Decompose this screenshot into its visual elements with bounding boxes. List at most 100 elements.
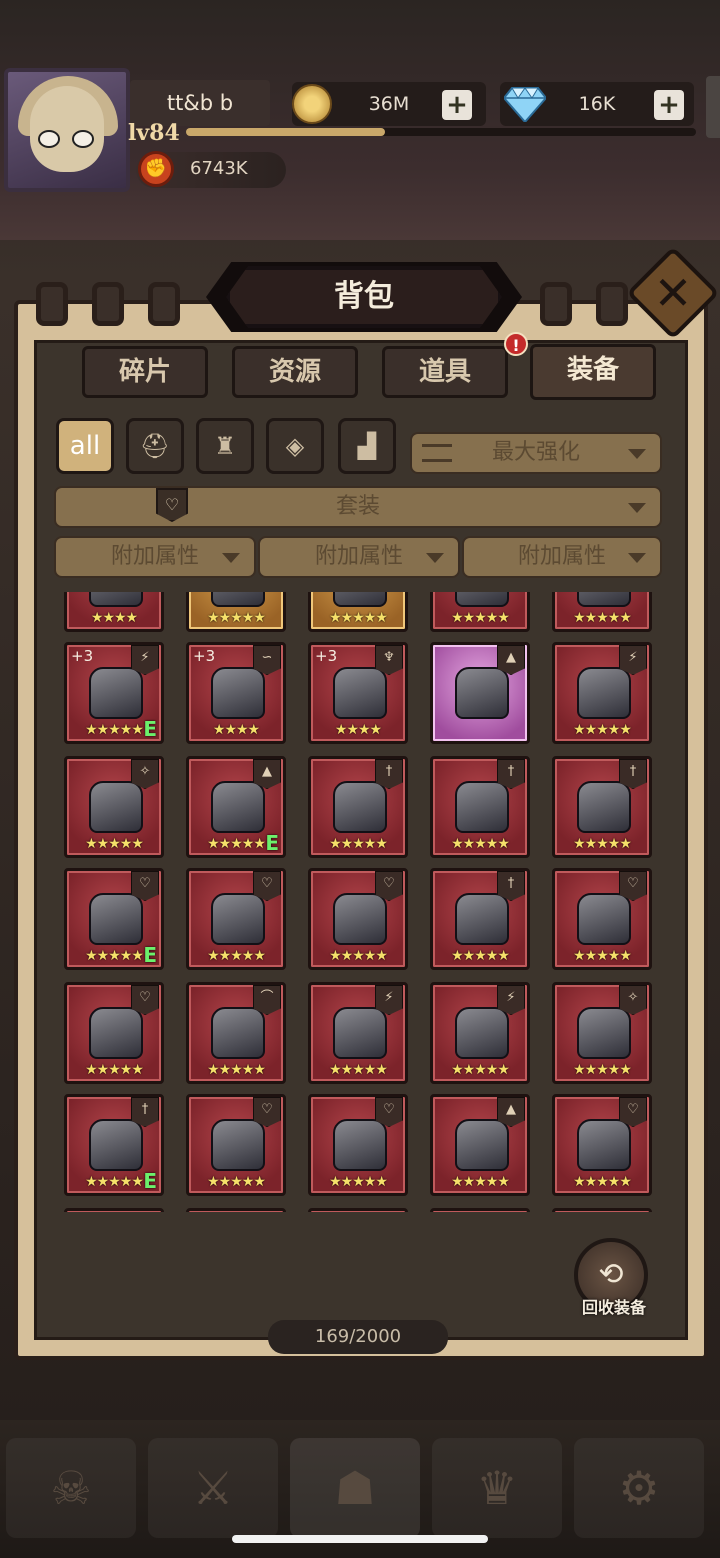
nav-item-5[interactable]: ⚙ [574, 1438, 704, 1538]
binder-ring [36, 282, 68, 326]
sort-dropdown-label: 最大强化 [491, 440, 580, 465]
equipment-slot[interactable] [186, 1208, 286, 1212]
recycle-equipment-label[interactable]: 回收装备 [568, 1294, 660, 1318]
equipment-grid[interactable]: ★★★★ ★★★★★ ★★★★★ ★★★★★ ★★★★★ +3 ⚡ ★★★★★ E +3 ∽ ★★★★… [52, 592, 672, 1212]
attribute-filter-3[interactable]: 附加属性 [462, 536, 662, 578]
equipment-slot[interactable]: ♡ ★★★★★ [552, 1094, 652, 1196]
equipment-slot[interactable]: ⚡ ★★★★★ [430, 982, 530, 1084]
add-gold-button[interactable]: + [442, 90, 472, 120]
nav-item-4[interactable]: ♛ [432, 1438, 562, 1538]
star-rating: ★★★★★ [329, 1062, 388, 1078]
set-filter-dropdown[interactable]: 套装 [54, 486, 662, 528]
equipment-slot[interactable]: ♡ ★★★★★ [64, 982, 164, 1084]
tab-items[interactable]: 道具 [382, 346, 508, 398]
equipment-slot[interactable]: ♡ ★★★★★ [186, 1094, 286, 1196]
tab-fragments[interactable]: 碎片 [82, 346, 208, 398]
chevron-down-icon [628, 503, 646, 513]
filter-helmet-button[interactable]: ⛑ [126, 418, 184, 474]
combat-power-value: 6743K [190, 158, 248, 179]
equipment-slot[interactable]: ♡ ★★★★★ [308, 1094, 408, 1196]
equipped-mark: E [143, 1169, 157, 1193]
tab-alert-badge: ! [504, 332, 528, 356]
equipment-slot[interactable]: +3 ∽ ★★★★ [186, 642, 286, 744]
equipment-slot[interactable]: † ★★★★★ [430, 868, 530, 970]
nav-item-2[interactable]: ⚔ [148, 1438, 278, 1538]
equipment-icon [89, 1007, 143, 1059]
equipment-icon [211, 1007, 265, 1059]
attribute-filter-2[interactable]: 附加属性 [258, 536, 460, 578]
binder-ring [596, 282, 628, 326]
equipment-slot[interactable] [308, 1208, 408, 1212]
equipment-icon [89, 667, 143, 719]
diamond-icon [504, 87, 546, 122]
equipment-slot[interactable]: ⚡ ★★★★★ [308, 982, 408, 1084]
side-menu-button[interactable] [706, 76, 720, 138]
equipment-slot[interactable] [64, 1208, 164, 1212]
star-rating: ★★★★★ [207, 1062, 266, 1078]
filter-boots-button[interactable]: ▟ [338, 418, 396, 474]
sort-dropdown[interactable]: 最大强化 [410, 432, 662, 474]
filter-accessory-button[interactable]: ◈ [266, 418, 324, 474]
star-rating: ★★★★★ [451, 1062, 510, 1078]
star-rating: ★★★★★ [85, 836, 144, 852]
equipment-slot[interactable]: ★★★★ [64, 592, 164, 632]
equipment-icon [577, 1007, 631, 1059]
equipment-slot[interactable]: ⚡ ★★★★★ [552, 642, 652, 744]
equipment-slot[interactable]: ▲ ★★★★★ E [186, 756, 286, 858]
star-rating: ★★★★★ [573, 1062, 632, 1078]
star-rating: ★★★★★ [573, 948, 632, 964]
close-icon[interactable]: ✕ [640, 260, 706, 326]
equipment-slot[interactable]: ★★★★★ [430, 592, 530, 632]
equipment-slot[interactable]: ⌒ ★★★★★ [186, 982, 286, 1084]
gold-coin-icon [292, 84, 332, 124]
equipment-icon [333, 893, 387, 945]
equipment-icon [577, 667, 631, 719]
equipment-icon [577, 893, 631, 945]
equipment-slot[interactable]: † ★★★★★ [308, 756, 408, 858]
tab-equipment[interactable]: 装备 [530, 344, 656, 400]
equipment-slot[interactable]: † ★★★★★ [552, 756, 652, 858]
gem-value: 16K [578, 93, 616, 115]
star-rating: ★★★★★ [329, 610, 388, 626]
equipment-slot[interactable]: +3 ⚡ ★★★★★ E [64, 642, 164, 744]
equipment-icon [211, 592, 265, 607]
equipment-slot[interactable]: ★★★★★ [308, 592, 408, 632]
equipment-slot[interactable]: † ★★★★★ E [64, 1094, 164, 1196]
equipment-slot[interactable]: ✧ ★★★★★ [552, 982, 652, 1084]
star-rating: ★★★★★ [329, 1174, 388, 1190]
chevron-down-icon [222, 553, 240, 563]
add-gems-button[interactable]: + [654, 90, 684, 120]
equipment-slot[interactable]: ★★★★★ [552, 592, 652, 632]
equipment-slot[interactable]: ▲ [430, 642, 530, 744]
sort-icon [422, 444, 452, 462]
equipment-slot[interactable] [430, 1208, 530, 1212]
equipment-icon [577, 781, 631, 833]
equipment-slot[interactable]: ♡ ★★★★★ [186, 868, 286, 970]
star-rating: ★★★★★ [573, 836, 632, 852]
equipment-icon [455, 667, 509, 719]
nav-item-3[interactable]: ☗ [290, 1438, 420, 1538]
player-avatar[interactable] [4, 68, 130, 192]
star-rating: ★★★★★ [573, 610, 632, 626]
attribute-filter-1[interactable]: 附加属性 [54, 536, 256, 578]
equipment-icon [455, 893, 509, 945]
equipment-slot[interactable]: ▲ ★★★★★ [430, 1094, 530, 1196]
nav-icon: ♛ [476, 1461, 518, 1515]
filter-all-button[interactable]: all [56, 418, 114, 474]
star-rating: ★★★★★ [85, 1062, 144, 1078]
equipment-slot[interactable]: † ★★★★★ [430, 756, 530, 858]
filter-armor-button[interactable]: ♜ [196, 418, 254, 474]
equipment-slot[interactable]: ✧ ★★★★★ [64, 756, 164, 858]
star-rating: ★★★★★ [207, 1174, 266, 1190]
equipment-slot[interactable]: ♡ ★★★★★ [308, 868, 408, 970]
equipment-slot[interactable]: +3 ♆ ★★★★ [308, 642, 408, 744]
equipment-slot[interactable]: ♡ ★★★★★ E [64, 868, 164, 970]
avatar-eye-left [38, 130, 60, 148]
equipment-slot[interactable] [552, 1208, 652, 1212]
nav-icon: ☠ [50, 1461, 92, 1515]
equipment-slot[interactable]: ★★★★★ [186, 592, 286, 632]
equipment-slot[interactable]: ♡ ★★★★★ [552, 868, 652, 970]
tab-resources[interactable]: 资源 [232, 346, 358, 398]
nav-item-1[interactable]: ☠ [6, 1438, 136, 1538]
equipped-mark: E [265, 831, 279, 855]
